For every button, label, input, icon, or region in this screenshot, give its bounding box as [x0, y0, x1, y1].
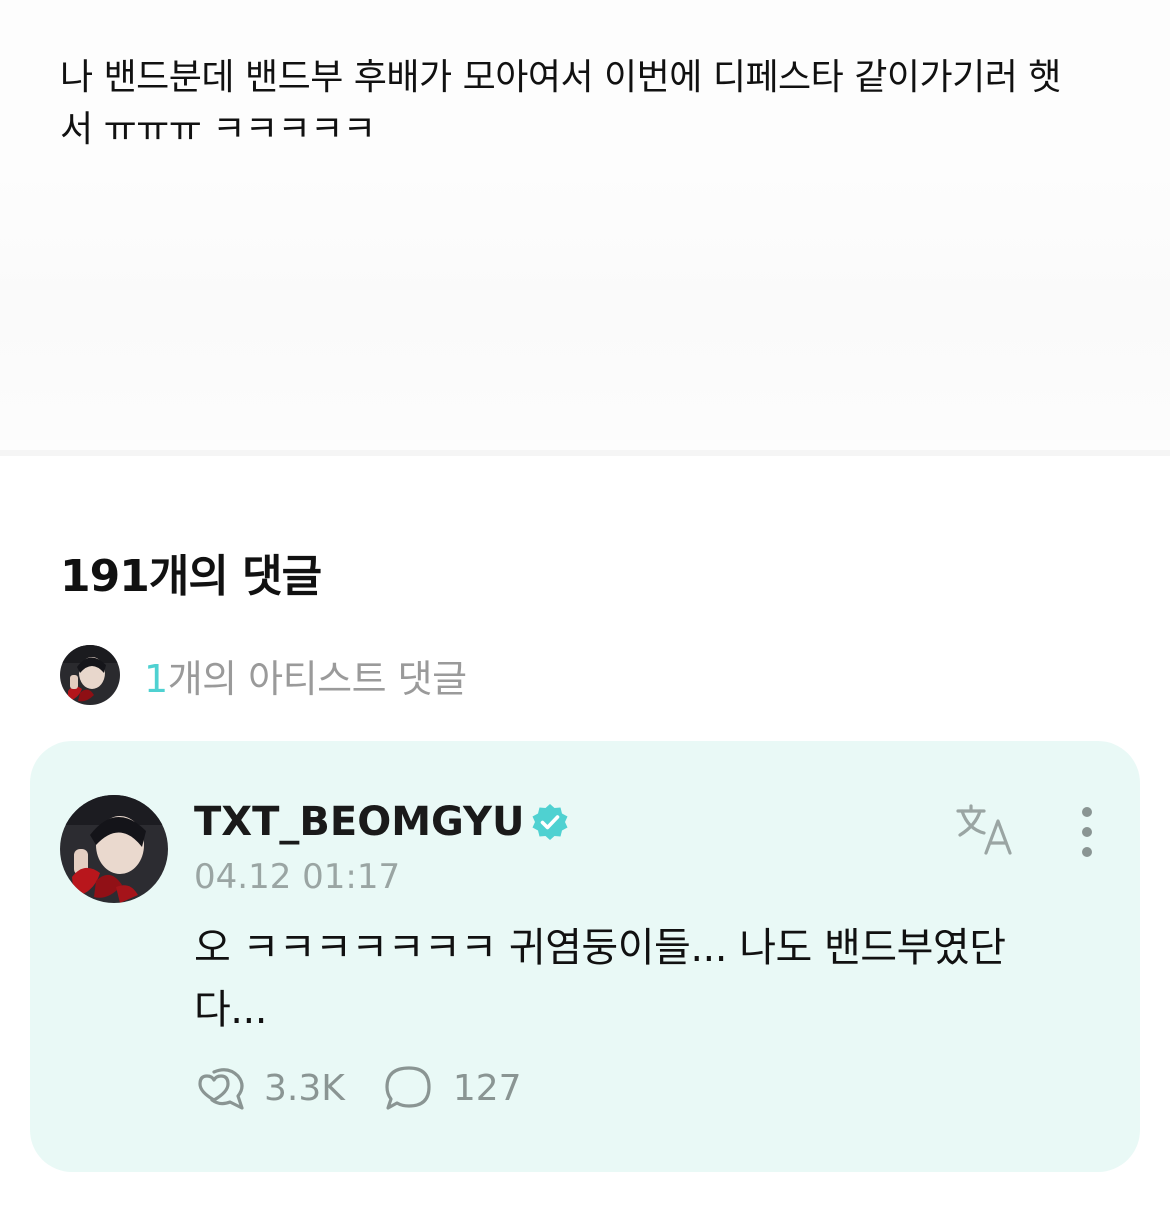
more-vertical-icon[interactable] — [1070, 805, 1104, 859]
heart-bubble-icon — [198, 1068, 244, 1110]
post-body: 나 밴드분데 밴드부 후배가 모아여서 이번에 디페스타 같이가기러 햇 서 ㅠ… — [0, 0, 1170, 450]
commenter-username-text: TXT_BEOMGYU — [194, 799, 525, 845]
comment-actions: 3.3K 127 — [194, 1063, 560, 1113]
comment-body-line-2: 다... — [194, 987, 267, 1033]
post-image-placeholder — [0, 170, 1170, 440]
artist-avatar — [60, 645, 120, 705]
reply-button[interactable]: 127 — [383, 1064, 522, 1112]
reply-count: 127 — [452, 1067, 522, 1109]
verified-badge-icon — [532, 804, 568, 840]
artist-comments-label: 1개의 아티스트 댓글 — [144, 648, 467, 703]
artist-comments-count: 1 — [144, 656, 168, 701]
post-text-line-2: 서 ㅠㅠㅠ ㅋㅋㅋㅋㅋ — [60, 109, 376, 150]
comment-body-line-1: 오 ㅋㅋㅋㅋㅋㅋㅋ 귀염둥이들... 나도 밴드부였단 — [194, 925, 1006, 971]
artist-comments-text: 개의 아티스트 댓글 — [167, 656, 467, 701]
post-text-line-1: 나 밴드분데 밴드부 후배가 모아여서 이번에 디페스타 같이가기러 햇 — [60, 57, 1061, 98]
like-count: 3.3K — [264, 1067, 345, 1109]
commenter-username[interactable]: TXT_BEOMGYU — [194, 799, 570, 845]
like-button[interactable]: 3.3K — [194, 1064, 345, 1112]
speech-bubble-icon — [385, 1066, 431, 1110]
commenter-avatar-image — [60, 795, 168, 903]
comment-body: 오 ㅋㅋㅋㅋㅋㅋㅋ 귀염둥이들... 나도 밴드부였단 다... — [194, 917, 1074, 1041]
artist-avatar-image — [60, 645, 120, 705]
comments-count-title: 191개의 댓글 — [60, 551, 322, 602]
post-text: 나 밴드분데 밴드부 후배가 모아여서 이번에 디페스타 같이가기러 햇 서 ㅠ… — [60, 52, 1110, 156]
artist-comment-card[interactable]: TXT_BEOMGYU 04.12 01:17 오 ㅋㅋㅋㅋㅋㅋㅋ 귀염둥이들.… — [30, 741, 1140, 1172]
commenter-avatar[interactable] — [60, 795, 168, 903]
comment-timestamp: 04.12 01:17 — [194, 857, 401, 897]
section-divider — [0, 450, 1170, 456]
post-detail-page: 나 밴드분데 밴드부 후배가 모아여서 이번에 디페스타 같이가기러 햇 서 ㅠ… — [0, 0, 1170, 1205]
artist-comments-link[interactable]: 1개의 아티스트 댓글 — [60, 645, 467, 705]
translate-icon[interactable] — [954, 803, 1018, 857]
